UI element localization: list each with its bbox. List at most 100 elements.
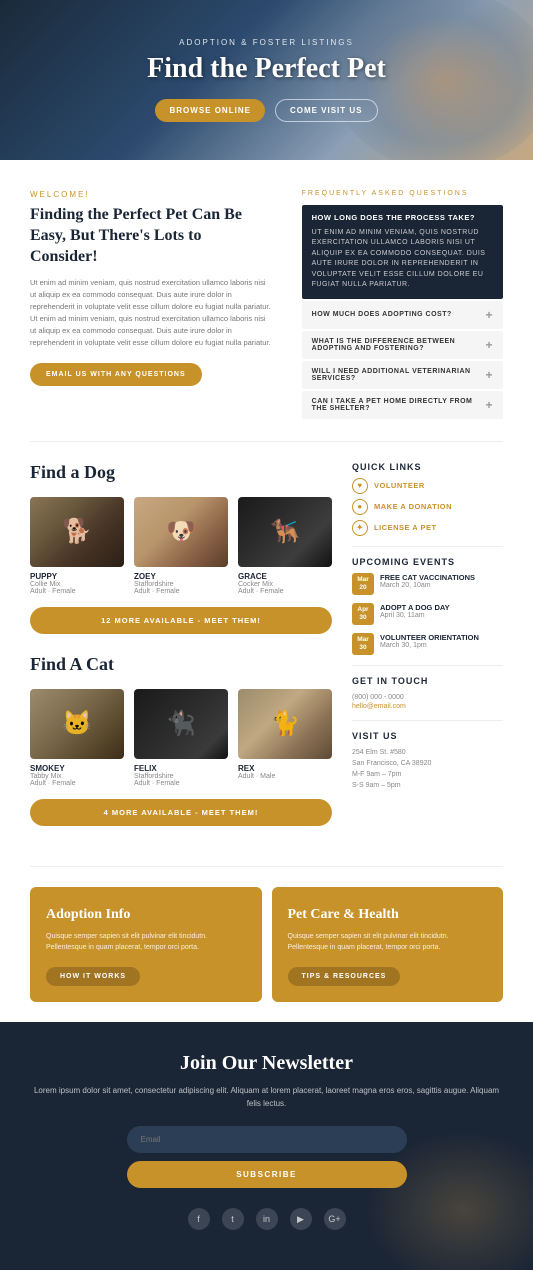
cat-name-2: REX bbox=[238, 764, 332, 773]
dog-details-1: Adult · Female bbox=[134, 588, 228, 595]
how-it-works-button[interactable]: How It Works bbox=[46, 967, 140, 986]
event-date-1: Apr30 bbox=[352, 603, 374, 625]
faq-expand-icon-4: + bbox=[485, 398, 493, 412]
welcome-section: Welcome! Finding the Perfect Pet Can Be … bbox=[0, 160, 533, 441]
event-info-0: Free Cat Vaccinations March 20, 10am bbox=[380, 573, 475, 589]
dog-emoji-1: 🐶 bbox=[134, 497, 228, 567]
newsletter-email-input[interactable] bbox=[127, 1126, 407, 1153]
tips-resources-button[interactable]: Tips & Resources bbox=[288, 967, 401, 986]
cat-card-2[interactable]: 🐈 REX Adult · Male bbox=[238, 689, 332, 787]
event-name-1: Adopt A Dog Day bbox=[380, 603, 450, 612]
dog-breed-0: Collie Mix bbox=[30, 581, 124, 588]
event-info-1: Adopt A Dog Day April 30, 11am bbox=[380, 603, 450, 619]
hero-buttons: Browse Online Come Visit Us bbox=[155, 99, 377, 122]
welcome-text: Ut enim ad minim veniam, quis nostrud ex… bbox=[30, 277, 272, 349]
come-visit-button[interactable]: Come Visit Us bbox=[275, 99, 378, 122]
visit-title: Visit Us bbox=[352, 731, 503, 741]
adoption-info-title: Adoption Info bbox=[46, 907, 246, 923]
more-dogs-button[interactable]: 12 More Available - Meet Them! bbox=[30, 607, 332, 634]
twitter-icon[interactable]: t bbox=[222, 1208, 244, 1230]
pet-care-text: Quisque semper sapien sit elit pulvinar … bbox=[288, 931, 488, 953]
phone: (800) 000 - 0000 bbox=[352, 692, 503, 703]
events-title: Upcoming Events bbox=[352, 557, 503, 567]
event-name-0: Free Cat Vaccinations bbox=[380, 573, 475, 582]
cat-image-2: 🐈 bbox=[238, 689, 332, 759]
browse-online-button[interactable]: Browse Online bbox=[155, 99, 264, 122]
contact-title: Get In Touch bbox=[352, 676, 503, 686]
pets-sidebar: Quick Links ♥ Volunteer ● Make A Donatio… bbox=[352, 462, 503, 846]
faq-expand-icon-1: + bbox=[485, 308, 493, 322]
cat-breed-1: Staffordshire bbox=[134, 773, 228, 780]
cat-emoji-1: 🐈‍⬛ bbox=[134, 689, 228, 759]
googleplus-icon[interactable]: G+ bbox=[324, 1208, 346, 1230]
pets-main: Find a Dog 🐕 PUPPY Collie Mix Adult · Fe… bbox=[30, 462, 332, 846]
pets-layout: Find a Dog 🐕 PUPPY Collie Mix Adult · Fe… bbox=[30, 462, 503, 846]
cat-emoji-2: 🐈 bbox=[238, 689, 332, 759]
faq-answer-0: Ut enim ad minim veniam, quis nostrud ex… bbox=[312, 228, 493, 291]
welcome-label: Welcome! bbox=[30, 190, 272, 199]
event-date-text-1: April 30, 11am bbox=[380, 612, 450, 619]
welcome-left: Welcome! Finding the Perfect Pet Can Be … bbox=[30, 190, 272, 421]
dog-name-0: PUPPY bbox=[30, 572, 124, 581]
adoption-info-card: Adoption Info Quisque semper sapien sit … bbox=[30, 887, 262, 1002]
social-icons: f t in ▶ G+ bbox=[30, 1208, 503, 1230]
newsletter-text: Lorem ipsum dolor sit amet, consectetur … bbox=[30, 1085, 503, 1111]
license-link[interactable]: ✦ License A Pet bbox=[352, 520, 503, 536]
event-date-2: Mar30 bbox=[352, 633, 374, 655]
more-cats-button[interactable]: 4 More Available - Meet Them! bbox=[30, 799, 332, 826]
faq-expand-icon-3: + bbox=[485, 368, 493, 382]
dog-details-0: Adult · Female bbox=[30, 588, 124, 595]
dog-card-2[interactable]: 🐕‍🦺 GRACE Cocker Mix Adult · Female bbox=[238, 497, 332, 595]
dog-card-0[interactable]: 🐕 PUPPY Collie Mix Adult · Female bbox=[30, 497, 124, 595]
volunteer-label: Volunteer bbox=[374, 481, 425, 490]
dog-card-1[interactable]: 🐶 ZOEY Staffordshire Adult · Female bbox=[134, 497, 228, 595]
email-button[interactable]: Email Us With Any Questions bbox=[30, 363, 202, 386]
adoption-info-text: Quisque semper sapien sit elit pulvinar … bbox=[46, 931, 246, 953]
event-date-text-0: March 20, 10am bbox=[380, 582, 475, 589]
hero-title: Find the Perfect Pet bbox=[147, 53, 386, 85]
faq-question-4: Can I Take A Pet Home Directly From The … bbox=[312, 398, 486, 412]
event-name-2: Volunteer Orientation bbox=[380, 633, 479, 642]
volunteer-link[interactable]: ♥ Volunteer bbox=[352, 478, 503, 494]
faq-section: Frequently Asked Questions How Long Does… bbox=[302, 190, 503, 421]
faq-item-3[interactable]: Will I Need Additional Veterinarian Serv… bbox=[302, 361, 503, 389]
faq-item-2[interactable]: What Is The Difference Between Adopting … bbox=[302, 331, 503, 359]
faq-question-1: How Much Does Adopting Cost? bbox=[312, 311, 452, 318]
sidebar-divider-1 bbox=[352, 546, 503, 547]
license-label: License A Pet bbox=[374, 523, 437, 532]
cat-name-0: SMOKEY bbox=[30, 764, 124, 773]
faq-expand-icon-2: + bbox=[485, 338, 493, 352]
dog-emoji-0: 🐕 bbox=[30, 497, 124, 567]
email[interactable]: hello@email.com bbox=[352, 703, 503, 710]
address: 254 Elm St. #580San Francisco, CA 38920M… bbox=[352, 747, 503, 792]
heart-icon: ♥ bbox=[352, 478, 368, 494]
cats-grid: 🐱 SMOKEY Tabby Mix Adult · Female 🐈‍⬛ FE… bbox=[30, 689, 332, 787]
dog-image-1: 🐶 bbox=[134, 497, 228, 567]
dog-details-2: Adult · Female bbox=[238, 588, 332, 595]
circle-icon: ● bbox=[352, 499, 368, 515]
faq-item-1[interactable]: How Much Does Adopting Cost? + bbox=[302, 301, 503, 329]
cats-section-title: Find A Cat bbox=[30, 654, 332, 675]
event-2: Mar30 Volunteer Orientation March 30, 1p… bbox=[352, 633, 503, 655]
facebook-icon[interactable]: f bbox=[188, 1208, 210, 1230]
faq-question-2: What Is The Difference Between Adopting … bbox=[312, 338, 486, 352]
cat-card-0[interactable]: 🐱 SMOKEY Tabby Mix Adult · Female bbox=[30, 689, 124, 787]
dog-breed-1: Staffordshire bbox=[134, 581, 228, 588]
linkedin-icon[interactable]: in bbox=[256, 1208, 278, 1230]
cat-card-1[interactable]: 🐈‍⬛ FELIX Staffordshire Adult · Female bbox=[134, 689, 228, 787]
star-icon: ✦ bbox=[352, 520, 368, 536]
faq-item-4[interactable]: Can I Take A Pet Home Directly From The … bbox=[302, 391, 503, 419]
newsletter-title: Join Our Newsletter bbox=[30, 1052, 503, 1075]
cat-details-0: Adult · Female bbox=[30, 780, 124, 787]
dogs-grid: 🐕 PUPPY Collie Mix Adult · Female 🐶 ZOEY… bbox=[30, 497, 332, 595]
cat-emoji-0: 🐱 bbox=[30, 689, 124, 759]
dog-name-1: ZOEY bbox=[134, 572, 228, 581]
youtube-icon[interactable]: ▶ bbox=[290, 1208, 312, 1230]
cat-name-1: FELIX bbox=[134, 764, 228, 773]
hero-section: Adoption & Foster Listings Find the Perf… bbox=[0, 0, 533, 160]
donation-link[interactable]: ● Make A Donation bbox=[352, 499, 503, 515]
subscribe-button[interactable]: Subscribe bbox=[127, 1161, 407, 1188]
cat-image-1: 🐈‍⬛ bbox=[134, 689, 228, 759]
event-1: Apr30 Adopt A Dog Day April 30, 11am bbox=[352, 603, 503, 625]
faq-item-open[interactable]: How Long Does The Process Take? Ut enim … bbox=[302, 205, 503, 299]
